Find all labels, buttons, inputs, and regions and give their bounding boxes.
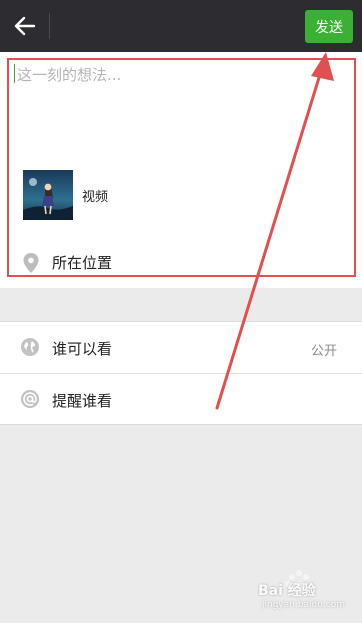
visibility-label: 谁可以看 [52,340,113,358]
globe-icon [20,337,40,357]
remind-label: 提醒谁看 [52,392,113,410]
send-button[interactable]: 发送 [305,10,353,43]
list-item-visibility[interactable]: 谁可以看 公开 [0,322,362,373]
watermark-text: Bai 经验 [258,583,316,599]
watermark-url: jingyan.baidu.com [262,600,346,610]
back-button[interactable] [12,14,38,38]
annotation-highlight-box [7,58,356,277]
top-bar-divider [49,13,50,39]
list-item-remind[interactable]: 提醒谁看 [0,373,362,424]
back-arrow-icon [14,16,36,36]
visibility-value: 公开 [310,344,337,359]
at-icon [20,389,40,409]
top-bar: 发送 [0,0,362,52]
settings-list: 谁可以看 公开 提醒谁看 [0,321,362,425]
